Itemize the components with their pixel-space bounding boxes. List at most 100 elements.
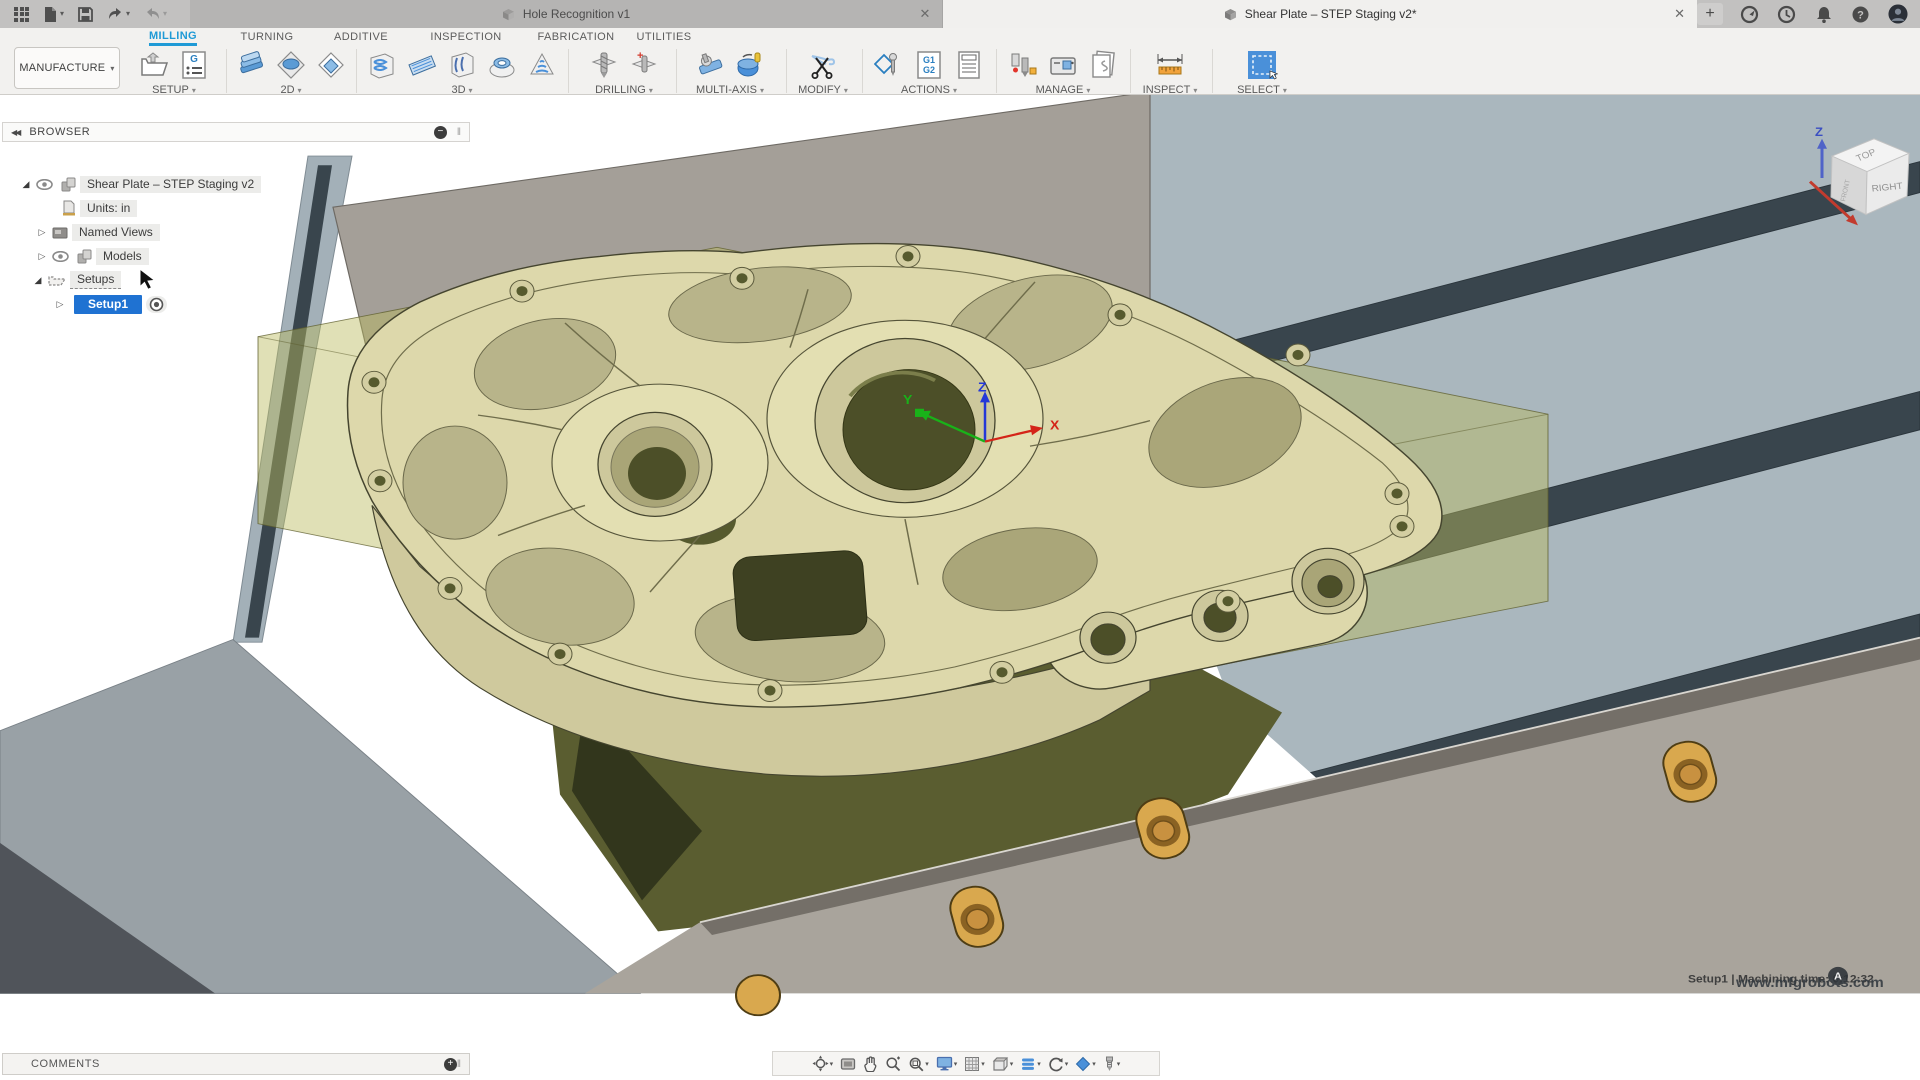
tree-row-setup1[interactable]: ▷ Setup1 (54, 294, 167, 314)
tree-row-named-views[interactable]: ▷ Named Views (36, 222, 160, 242)
modify-dropdown[interactable]: MODIFY▾ (798, 84, 848, 96)
tree-item-label[interactable]: Named Views (72, 224, 160, 241)
swarf-icon[interactable] (692, 47, 728, 83)
zoom-icon[interactable] (883, 1055, 903, 1073)
panel-grip-icon[interactable]: ‖ (457, 127, 461, 138)
active-setup-radio-icon[interactable] (146, 296, 167, 313)
profile-avatar[interactable] (1888, 4, 1908, 24)
tool-display-icon[interactable]: ▾ (1101, 1055, 1123, 1073)
clamp-gold-partial[interactable] (736, 975, 780, 1015)
fit-icon[interactable]: ▾ (906, 1055, 931, 1073)
2d-dropdown[interactable]: 2D▾ (280, 84, 301, 96)
display-settings-icon[interactable]: ▾ (934, 1055, 960, 1072)
viewport-3d[interactable]: Z Y X Z TOP RIGHT FRONT Setup1 | Machini… (0, 95, 1920, 1080)
refresh-view-icon[interactable]: ▾ (1046, 1055, 1071, 1073)
tree-item-label[interactable]: Setups (70, 271, 121, 289)
minimize-panel-icon[interactable]: − (434, 126, 447, 139)
pan-icon[interactable] (861, 1055, 880, 1073)
ribbon-tab-utilities[interactable]: UTILITIES (637, 28, 692, 46)
2d-contour-icon[interactable] (313, 47, 349, 83)
ribbon-tab-milling[interactable]: MILLING (149, 28, 197, 46)
measure-icon[interactable] (1152, 47, 1188, 83)
look-at-icon[interactable] (838, 1056, 858, 1072)
expand-icon[interactable]: ◢ (32, 275, 44, 286)
tree-item-label[interactable]: Units: in (80, 200, 137, 217)
stock-display-icon[interactable]: ▾ (1073, 1055, 1098, 1073)
post-process-g1g2-icon[interactable]: G1G2 (911, 47, 947, 83)
3d-scallop-icon[interactable] (484, 47, 520, 83)
trim-scissors-icon[interactable] (805, 47, 841, 83)
expand-icon[interactable]: ▷ (36, 251, 48, 262)
ribbon-group-drilling: + DRILLING▾ (578, 47, 670, 95)
grid-display-icon[interactable]: ▾ (962, 1055, 987, 1073)
3d-spiral-icon[interactable] (524, 47, 560, 83)
app-grid-icon[interactable] (14, 7, 29, 22)
save-icon[interactable] (78, 7, 93, 22)
close-tab-icon[interactable]: ✕ (1674, 6, 1685, 22)
notifications-bell-icon[interactable] (1814, 4, 1834, 24)
visibility-eye-icon[interactable] (36, 179, 53, 190)
expand-icon[interactable]: ▷ (54, 299, 66, 310)
rotary-icon[interactable] (732, 47, 768, 83)
new-tab-button[interactable]: + (1697, 3, 1723, 25)
file-menu-icon[interactable]: ▾ (43, 6, 64, 23)
viewports-icon[interactable]: ▾ (990, 1055, 1016, 1073)
ribbon-group-2d: 2D▾ (232, 47, 350, 95)
notification-center-icon[interactable] (1777, 4, 1797, 24)
3d-pocket-icon[interactable] (404, 47, 440, 83)
actions-dropdown[interactable]: ACTIONS▾ (901, 84, 957, 96)
selection-box-icon[interactable] (1244, 47, 1280, 83)
undo-icon[interactable]: ▾ (107, 7, 130, 21)
comments-bar[interactable]: COMMENTS + ‖ (2, 1053, 470, 1075)
post-process-icon[interactable]: G (176, 47, 212, 83)
expand-icon[interactable]: ▷ (36, 227, 48, 238)
3d-contour-icon[interactable] (444, 47, 480, 83)
redo-icon[interactable]: ▾ (144, 7, 167, 21)
help-icon[interactable]: ? (1851, 4, 1871, 24)
setup-dropdown[interactable]: SETUP▾ (152, 84, 196, 96)
tap-icon[interactable]: + (626, 47, 662, 83)
multiaxis-dropdown[interactable]: MULTI-AXIS▾ (696, 84, 764, 96)
selected-setup-label[interactable]: Setup1 (74, 295, 142, 314)
drill-icon[interactable] (586, 47, 622, 83)
panel-grip-icon[interactable]: ‖ (457, 1059, 461, 1070)
document-tab[interactable]: Hole Recognition v1 ✕ (190, 0, 944, 28)
ribbon-tab-additive[interactable]: ADDITIVE (334, 28, 388, 46)
tool-library-icon[interactable] (1005, 47, 1041, 83)
ribbon-tab-turning[interactable]: TURNING (241, 28, 294, 46)
inspect-dropdown[interactable]: INSPECT▾ (1143, 84, 1198, 96)
expand-icon[interactable]: ◢ (20, 179, 32, 190)
orbit-icon[interactable]: ▾ (810, 1054, 836, 1073)
visibility-eye-icon[interactable] (52, 251, 69, 262)
chevron-down-icon: ▾ (469, 86, 473, 95)
job-status-icon[interactable] (1740, 4, 1760, 24)
workspace-switcher[interactable]: MANUFACTURE▾ (14, 47, 120, 89)
simulate-icon[interactable] (871, 47, 907, 83)
add-comment-icon[interactable]: + (444, 1058, 457, 1071)
close-tab-icon[interactable]: ✕ (919, 6, 930, 22)
triad-z-label: Z (978, 380, 987, 394)
tree-row-root[interactable]: ◢ Shear Plate – STEP Staging v2 (20, 174, 261, 194)
tree-item-label[interactable]: Models (96, 248, 149, 265)
setup-sheet-icon[interactable] (951, 47, 987, 83)
2d-adaptive-icon[interactable] (233, 47, 269, 83)
tree-row-units[interactable]: Units: in (58, 198, 137, 218)
tree-item-label[interactable]: Shear Plate – STEP Staging v2 (80, 176, 261, 193)
document-tab-active[interactable]: Shear Plate – STEP Staging v2* ✕ (943, 0, 1697, 28)
new-setup-icon[interactable] (136, 47, 172, 83)
templates-icon[interactable] (1085, 47, 1121, 83)
3d-adaptive-icon[interactable] (364, 47, 400, 83)
ribbon-tab-inspection[interactable]: INSPECTION (430, 28, 501, 46)
select-dropdown[interactable]: SELECT▾ (1237, 84, 1287, 96)
tree-row-setups[interactable]: ◢ Setups (32, 270, 121, 290)
3d-dropdown[interactable]: 3D▾ (451, 84, 472, 96)
collapse-panel-icon[interactable]: ◀◀ (11, 128, 19, 137)
2d-face-icon[interactable] (273, 47, 309, 83)
drilling-dropdown[interactable]: DRILLING▾ (595, 84, 653, 96)
machine-library-icon[interactable] (1045, 47, 1081, 83)
large-bore-left (598, 412, 712, 516)
ribbon-tab-fabrication[interactable]: FABRICATION (538, 28, 615, 46)
toolpath-display-icon[interactable]: ▾ (1018, 1056, 1043, 1072)
tree-row-models[interactable]: ▷ Models (36, 246, 149, 266)
manage-dropdown[interactable]: MANAGE▾ (1036, 84, 1091, 96)
